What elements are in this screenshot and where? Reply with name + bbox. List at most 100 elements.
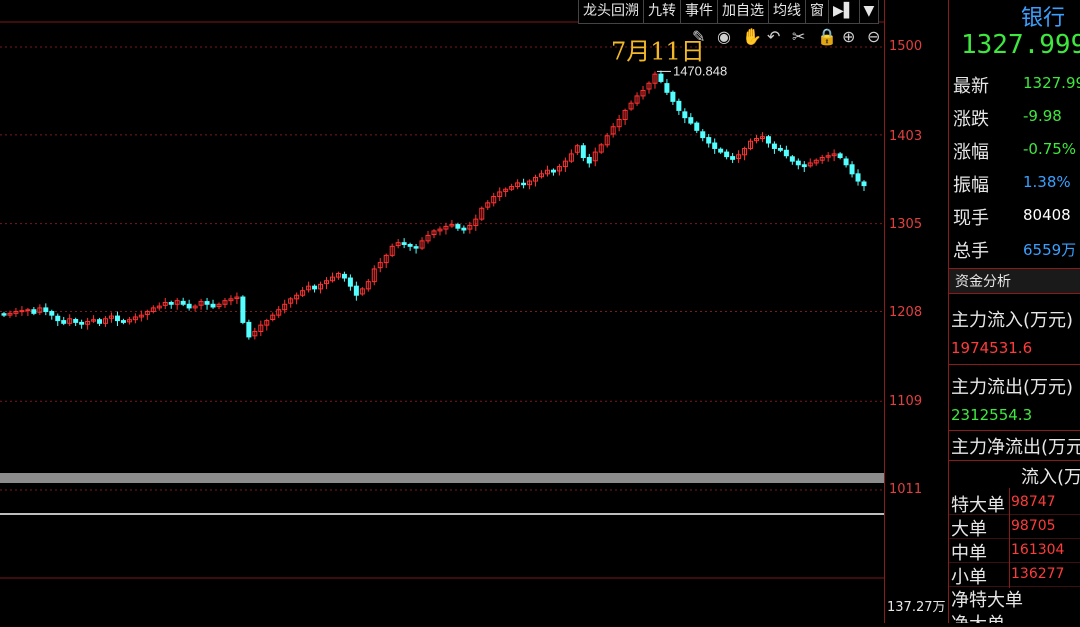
candle-body [186, 303, 192, 309]
candle-body [407, 243, 413, 247]
candle-body [1, 313, 7, 316]
hand-icon[interactable]: ✋ [742, 27, 762, 46]
quote-label: 现手 [953, 208, 989, 229]
main-inflow-value: 1974531.6 [951, 339, 1033, 357]
main-inflow-label: 主力流入(万元) [951, 310, 1074, 331]
quote-row-change: 涨跌 -9.98 [949, 101, 1080, 133]
peak-value-label: 1470.848 [673, 63, 727, 78]
chart-toolbar: 龙头回溯 九转 事件 加自选 均线 窗 ▶▌ ▼ [578, 0, 880, 24]
quote-value: -0.75% [1023, 140, 1077, 158]
quote-label: 振幅 [953, 175, 989, 196]
candle-body [550, 169, 556, 173]
candle-body [712, 142, 718, 149]
table-row: 大单 98705 [949, 514, 1080, 540]
candle-body [413, 246, 419, 249]
table-column-divider [1009, 488, 1010, 588]
lock-icon[interactable]: 🔒 [817, 27, 837, 46]
candle-body [682, 111, 688, 119]
candle-body [843, 158, 849, 166]
table-row: 中单 161304 [949, 538, 1080, 564]
candle-body [120, 320, 126, 323]
candle-body [706, 137, 712, 144]
candle-body [353, 285, 359, 296]
candle-body [312, 285, 318, 290]
eye-icon[interactable]: ◉ [717, 27, 731, 46]
candle-body [97, 319, 103, 324]
candle-body [664, 83, 670, 93]
fund-analysis-tab[interactable]: 资金分析 [949, 268, 1080, 294]
nine-turn-button[interactable]: 九转 [644, 0, 681, 23]
candle-body [347, 277, 353, 287]
peak-date-label: 7月11日 [611, 37, 705, 65]
candle-body [855, 173, 861, 182]
candle-body [789, 156, 795, 162]
price-axis: 1500 1403 1305 1208 1109 1011 137.27万 [884, 0, 949, 623]
candle-body [688, 117, 694, 124]
divider [949, 460, 1080, 461]
quote-row-change-pct: 涨幅 -0.75% [949, 134, 1080, 166]
zoom-out-icon[interactable]: ⊖ [867, 27, 880, 46]
dropdown-arrow-icon[interactable]: ▼ [860, 0, 880, 23]
net-large-label: 净大单 [951, 610, 1005, 623]
quote-value: -9.98 [1023, 107, 1062, 125]
candle-body [61, 320, 67, 324]
candle-body [73, 319, 79, 323]
pencil-icon[interactable]: ✎ [692, 27, 705, 46]
net-super-large-label: 净特大单 [951, 590, 1023, 611]
candle-body [658, 73, 664, 82]
candle-body [837, 153, 843, 159]
candle-body [401, 242, 407, 245]
candle-body [730, 156, 736, 160]
volume-axis-label: 137.27万 [887, 600, 946, 615]
candle-body [79, 321, 85, 325]
candle-body [114, 315, 120, 322]
axis-label-1208: 1208 [889, 305, 923, 320]
moving-average-button[interactable]: 均线 [769, 0, 806, 23]
axis-label-1305: 1305 [889, 217, 923, 232]
candle-body [783, 149, 789, 157]
collapse-panel-icon[interactable]: ▶▌ [829, 0, 860, 23]
quote-row-current-hand: 现手 80408 [949, 200, 1080, 232]
candle-body [765, 136, 771, 144]
zoom-in-icon[interactable]: ⊕ [842, 27, 855, 46]
order-type-value: 98747 [1011, 494, 1056, 510]
quote-value: 80408 [1023, 206, 1071, 224]
table-row: 小单 136277 [949, 562, 1080, 588]
add-watchlist-button[interactable]: 加自选 [718, 0, 769, 23]
kline-chart[interactable]: 1470.848 7月11日 ✎ ◉ ✋ ↶ ✂ 🔒 ⊕ ⊖ 龙头回溯 九转 事件 加自选 均线 … [0, 0, 884, 623]
candle-body [341, 273, 347, 279]
candle-body [180, 300, 186, 305]
quote-label: 最新 [953, 76, 989, 97]
stock-price: 1327.999 [961, 30, 1080, 60]
axis-label-1403: 1403 [889, 129, 923, 144]
quote-value: 6559万 [1023, 241, 1077, 259]
candle-body [19, 310, 25, 313]
candle-body [700, 131, 706, 139]
leader-backtrack-button[interactable]: 龙头回溯 [579, 0, 644, 23]
candle-body [586, 157, 592, 164]
kline-svg: 1470.8487月11日✎ ◉ ✋ ↶ ✂ 🔒 ⊕ ⊖ [0, 21, 884, 579]
undo-icon[interactable]: ↶ [767, 27, 780, 46]
quote-panel: 银行 1327.999 最新 1327.999 涨跌 -9.98 涨幅 -0.7… [948, 0, 1080, 623]
main-net-outflow-label: 主力净流出(万元) [951, 437, 1080, 458]
window-button[interactable]: 窗 [806, 0, 829, 23]
quote-label: 总手 [953, 241, 989, 262]
inflow-column-header: 流入(万 [1021, 467, 1080, 488]
main-outflow-label: 主力流出(万元) [951, 377, 1074, 398]
candle-body [676, 100, 682, 111]
fund-analysis-tab-label: 资金分析 [955, 274, 1011, 290]
table-row: 特大单 98747 [949, 490, 1080, 516]
scissors-icon[interactable]: ✂ [792, 27, 805, 46]
divider [949, 364, 1080, 365]
candle-body [246, 321, 252, 338]
candle-body [49, 311, 55, 316]
order-type-value: 136277 [1011, 566, 1065, 582]
order-type-value: 161304 [1011, 542, 1065, 558]
candle-body [777, 147, 783, 151]
candle-body [849, 164, 855, 175]
quote-label: 涨幅 [953, 142, 989, 163]
candle-body [55, 315, 61, 322]
quote-value: 1.38% [1023, 173, 1071, 191]
events-button[interactable]: 事件 [681, 0, 718, 23]
candle-body [580, 145, 586, 159]
